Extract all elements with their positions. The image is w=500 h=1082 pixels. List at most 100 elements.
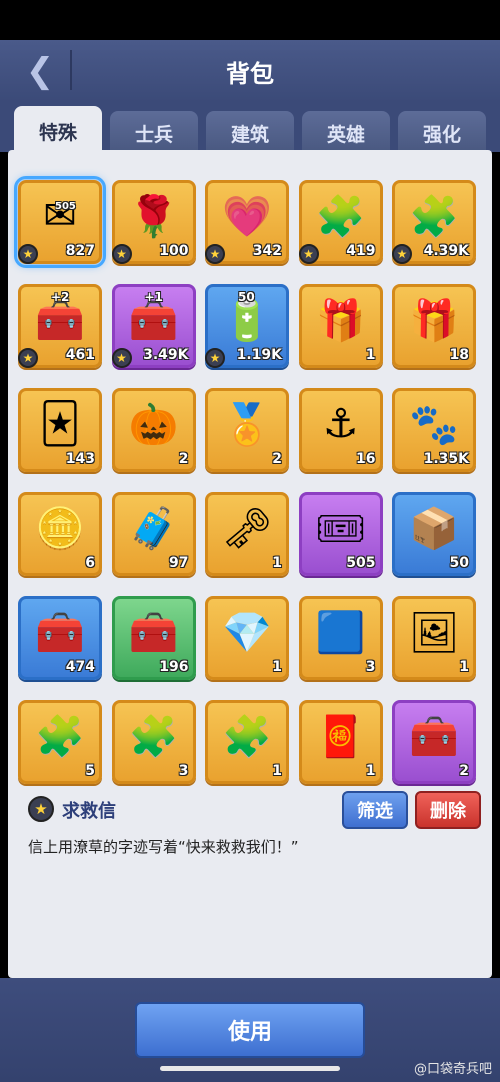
inventory-slot-monster-card[interactable]: 🃏 143 [18,388,102,472]
puzzle-fire-icon: 🧩 [409,193,459,240]
item-count: 3 [365,659,376,675]
inventory-slot-heart-key[interactable]: 🗝 1 [205,492,289,576]
tab-heroes[interactable]: 英雄 [302,111,390,155]
item-count: 505 [346,555,376,571]
watermark: @口袋奇兵吧 [413,1062,492,1077]
item-count: 100 [159,243,189,259]
header: ❮ 背包 [0,40,500,102]
item-count: 474 [65,659,95,675]
inventory-slot-purple-crate[interactable]: 🧰 2 [392,700,476,784]
star-icon: ★ [18,348,38,368]
inventory-slot-pumpkin-key[interactable]: 🎃 2 [111,388,196,472]
item-count: 461 [65,347,95,363]
item-count: 827 [65,243,95,259]
item-count: 50 [449,555,469,571]
item-count: 143 [65,451,95,467]
inventory-slot-white-rose[interactable]: 🌹 100 ★ [111,180,196,264]
inventory-slot-blueprint-tile[interactable]: 🟦 3 [298,596,383,680]
inventory-slot-gold-chest[interactable]: 🧳 97 [111,492,196,576]
item-count: 97 [169,555,189,571]
inventory-slot-steel-chest[interactable]: 🧰 196 [111,596,196,680]
inventory-slot-paw-coin[interactable]: 🐾 1.35K [392,388,476,472]
item-count: 2 [272,451,282,467]
item-count: 1 [272,555,282,571]
inventory-slot-pink-heart[interactable]: 💗 342 ★ [205,180,289,264]
paw-coin-icon: 🐾 [409,401,459,448]
item-count: 196 [159,659,189,675]
heart-key-icon: 🗝 [221,505,273,552]
inventory-slot-blue-gift[interactable]: 🎁 18 [392,284,476,368]
ticket-voucher-icon: 🎟 [315,505,366,552]
purple-gift-icon: 🎁 [315,297,366,344]
purple-chest-icon: 🧰 [35,609,85,656]
pumpkin-key-icon: 🎃 [128,401,179,448]
star-icon: ★ [28,796,54,822]
green-crate-icon: 📦 [409,505,459,552]
item-count: 16 [356,451,376,467]
inventory-slot-anchor-coin[interactable]: ⚓ 16 [298,388,383,472]
inventory-slot-crystal-crate[interactable]: 💎 1 [205,596,289,680]
item-description: 信上用潦草的字迹写着“快来救救我们！” [28,838,299,856]
item-count: 6 [85,555,95,571]
star-icon: ★ [392,244,412,264]
filter-button[interactable]: 筛选 [342,791,408,829]
blueprint-tile-icon: 🟦 [315,609,366,656]
blue-gift-icon: 🎁 [409,297,459,344]
item-count: 3 [178,763,189,779]
inventory-slot-red-charm[interactable]: 🧧 1 [298,700,383,784]
purple-crate-icon: 🧰 [409,713,459,760]
inventory-slot-puzzle-paint[interactable]: 🧩 419 ★ [298,180,383,264]
tab-soldiers[interactable]: 士兵 [110,111,198,155]
star-icon: ★ [205,348,225,368]
anchor-coin-icon: ⚓ [322,401,359,447]
inventory-slot-gold-puzzle[interactable]: 🧩 1 [205,700,289,784]
inventory-slot-green-chest-plus2[interactable]: 🧰 +2 461 ★ [18,284,102,368]
steel-chest-icon: 🧰 [128,609,179,656]
gold-puzzle-icon: 🧩 [222,713,272,760]
inventory-slot-gold-puzzle-coin[interactable]: 🧩 3 [111,700,196,784]
item-count: 1 [365,347,376,363]
item-count: 419 [346,243,376,259]
inventory-slot-party-frame[interactable]: 🖼 1 [392,596,476,680]
tab-enhance[interactable]: 强化 [398,111,486,155]
inventory-slot-green-crate[interactable]: 📦 50 [392,492,476,576]
inventory-slot-puzzle-fire[interactable]: 🧩 4.39K ★ [392,180,476,264]
rescue-letter-icon: ✉ [43,193,77,239]
inventory-slot-gem-medal[interactable]: 🏅 2 [205,388,289,472]
use-button[interactable]: 使用 [135,1002,365,1058]
inventory-slot-silver-coin[interactable]: 🪙 6 [18,492,102,576]
item-count: 342 [252,243,282,259]
star-icon: ★ [298,244,319,264]
inventory-slot-ticket-voucher[interactable]: 🎟 505 [298,492,383,576]
tab-special[interactable]: 特殊 [14,106,102,156]
page-title: 背包 [226,60,274,88]
inventory-slot-battery-50[interactable]: 🔋 50 1.19K ★ [205,284,289,368]
item-count: 18 [449,347,469,363]
item-count: 1 [272,763,282,779]
item-bonus-label: +1 [144,290,163,304]
item-count: 5 [85,763,95,779]
item-bonus-label: +2 [51,290,70,304]
white-rose-icon: 🌹 [128,193,179,240]
inventory-slot-purple-gift[interactable]: 🎁 1 [298,284,383,368]
crystal-crate-icon: 💎 [222,609,272,656]
puzzle-paint-icon: 🧩 [315,193,366,240]
inventory-slot-rescue-letter[interactable]: ✉ 505 827 ★ [14,176,106,268]
item-count: 1.35K [423,451,469,467]
red-charm-icon: 🧧 [315,713,366,760]
star-icon: ★ [205,244,225,264]
gold-puzzle-coin-icon: 🧩 [128,713,179,760]
delete-button[interactable]: 删除 [415,791,481,829]
home-indicator[interactable] [160,1066,340,1071]
star-icon: ★ [111,348,132,368]
star-icon: ★ [18,244,38,264]
inventory-slot-green-chest-plus1[interactable]: 🧰 +1 3.49K ★ [111,284,196,368]
inventory-slot-silver-puzzle[interactable]: 🧩 5 [18,700,102,784]
gold-chest-icon: 🧳 [128,505,179,552]
pink-heart-icon: 💗 [222,193,272,240]
tab-buildings[interactable]: 建筑 [206,111,294,155]
item-count: 2 [459,763,469,779]
inventory-slot-purple-chest[interactable]: 🧰 474 [18,596,102,680]
item-count: 2 [178,451,189,467]
item-count: 1 [459,659,469,675]
